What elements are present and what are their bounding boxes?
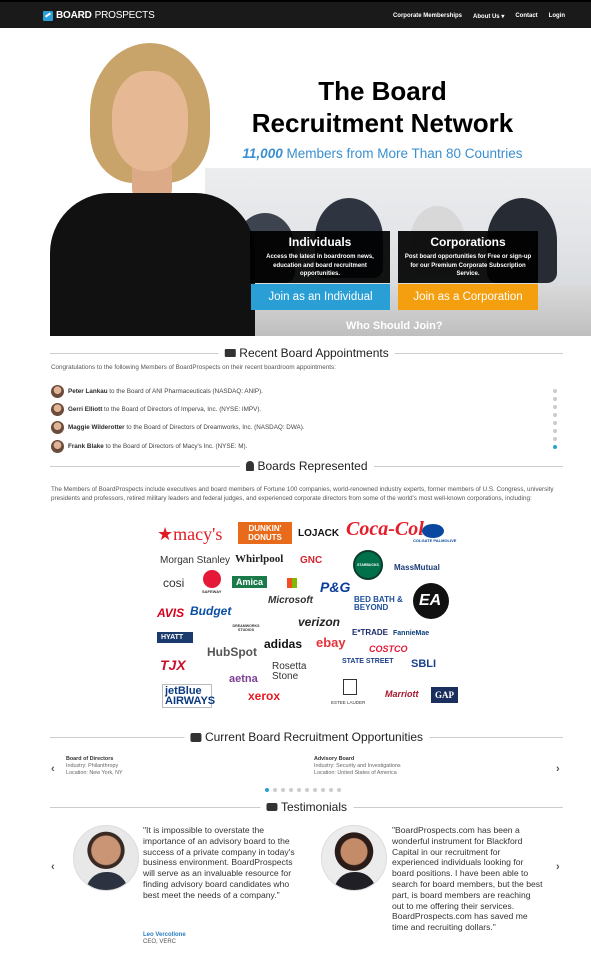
- hero-title: The Board Recruitment Network: [251, 76, 514, 138]
- logo-starbucks: STARBUCKS: [357, 563, 379, 567]
- corporations-desc: Post board opportunities for Free or sig…: [404, 254, 532, 277]
- testimonials-heading: Testimonials: [50, 800, 563, 814]
- logo-morgan-stanley: Morgan Stanley: [160, 555, 231, 566]
- nav-contact[interactable]: Contact: [515, 13, 537, 20]
- logo-colgate: COLGATE PALMOLIVE: [413, 538, 457, 543]
- list-item[interactable]: Peter Lankau to the Board of ANI Pharmac…: [51, 385, 263, 398]
- nav-login[interactable]: Login: [549, 13, 565, 20]
- logo-etrade: E*TRADE: [352, 628, 389, 637]
- top-nav: BOARD PROSPECTS Corporate Memberships Abo…: [0, 0, 591, 28]
- avatar: [51, 440, 64, 453]
- who-should-join-link[interactable]: Who Should Join?: [346, 320, 443, 332]
- nav-corporate-memberships[interactable]: Corporate Memberships: [393, 13, 462, 20]
- logo-safeway: SAFEWAY: [202, 589, 222, 594]
- logo-microsoft: Microsoft: [268, 595, 313, 606]
- logo-icon: [43, 10, 53, 21]
- testimonial-author: Leo Vercollone CEO, VERC: [143, 932, 186, 945]
- appointments-intro: Congratulations to the following Members…: [51, 364, 336, 371]
- logo-hubspot: HubSpot: [207, 645, 257, 659]
- chevron-left-icon[interactable]: ‹: [51, 763, 55, 775]
- logo-shape: [343, 679, 357, 695]
- logo-costco: COSTCO: [369, 644, 408, 654]
- logo-jetblue: jetBlue AIRWAYS: [162, 684, 215, 708]
- megaphone-icon: [224, 349, 236, 357]
- join-individual-button[interactable]: Join as an Individual: [251, 284, 390, 310]
- megaphone-icon: [265, 803, 277, 811]
- logo-hyatt: HYATT: [157, 632, 193, 643]
- list-item[interactable]: Frank Blake to the Board of Directors of…: [51, 440, 247, 453]
- individuals-title: Individuals: [288, 235, 352, 249]
- logo-adidas: adidas: [264, 637, 303, 651]
- avatar: [51, 385, 64, 398]
- logo-ebay: ebay: [316, 635, 346, 650]
- brand-logo[interactable]: BOARD PROSPECTS: [43, 10, 155, 21]
- logo-gnc: GNC: [300, 555, 323, 566]
- opportunities-heading: Current Board Recruitment Opportunities: [50, 730, 563, 744]
- brand-bold: BOARD: [56, 10, 92, 21]
- logo-shape: [422, 524, 444, 538]
- testimonial-photo: [321, 825, 387, 891]
- chevron-right-icon[interactable]: ›: [556, 763, 560, 775]
- individuals-box: Individuals Access the latest in boardro…: [250, 231, 390, 283]
- logo-macys: ★macy's: [157, 524, 223, 544]
- logo-amica: Amica: [232, 576, 268, 588]
- appointments-heading: Recent Board Appointments: [50, 346, 563, 360]
- corporations-box: Corporations Post board opportunities fo…: [398, 231, 538, 283]
- logo-xerox: xerox: [248, 689, 281, 703]
- logo-ea: EA: [419, 592, 442, 609]
- list-item[interactable]: Gerri Elliott to the Board of Directors …: [51, 403, 261, 416]
- opportunity-card[interactable]: Advisory Board Industry: Security and In…: [314, 756, 401, 777]
- logo-pg: P&G: [320, 579, 351, 595]
- hero-woman-photo: [50, 43, 255, 336]
- logo-marriott: Marriott: [385, 689, 419, 699]
- opportunities-pager[interactable]: [265, 788, 341, 792]
- logo-verizon: verizon: [298, 615, 341, 629]
- corporations-title: Corporations: [430, 235, 506, 249]
- logo-whirlpool: Whirlpool: [235, 553, 284, 565]
- testimonial-quote: "BoardProspects.com has been a wonderful…: [392, 825, 543, 933]
- chevron-left-icon[interactable]: ‹: [51, 861, 55, 873]
- logo-shape: [203, 570, 221, 588]
- logo-sbli: SBLI: [411, 658, 437, 670]
- logo-budget: Budget: [190, 604, 232, 618]
- logo-fanniemae: FannieMae: [393, 630, 430, 637]
- individuals-desc: Access the latest in boardroom news, edu…: [266, 254, 374, 277]
- hero-subtitle: 11,000 Members from More Than 80 Countri…: [242, 146, 523, 161]
- logo-lojack: LOJACK: [298, 528, 340, 539]
- logo-estee-lauder: ESTEE LAUDER: [331, 700, 366, 705]
- join-corporation-button[interactable]: Join as a Corporation: [398, 284, 538, 310]
- boards-description: The Members of BoardProspects include ex…: [51, 486, 554, 502]
- logo-bed-bath: BED BATH & BEYOND: [354, 595, 403, 612]
- logo-rosetta-stone: Rosetta Stone: [272, 661, 307, 682]
- testimonial-quote: "It is impossible to overstate the impor…: [143, 825, 295, 900]
- opportunity-card[interactable]: Board of Directors Industry: Philanthrop…: [66, 756, 123, 777]
- hero-banner: The Board Recruitment Network 11,000 Memb…: [0, 28, 591, 336]
- logo-dreamworks: DREAMWORKS STUDIOS: [232, 624, 260, 632]
- logo-massmutual: MassMutual: [394, 563, 440, 572]
- brand-rest: PROSPECTS: [94, 10, 155, 21]
- logo-gap: GAP: [431, 687, 458, 703]
- nav-about-us[interactable]: About Us ▾: [473, 13, 504, 20]
- logo-cosi: cosi: [163, 576, 185, 590]
- logo-avis: AVIS: [157, 606, 185, 620]
- logo-aetna: aetna: [229, 673, 258, 685]
- logo-tjx: TJX: [160, 657, 186, 673]
- testimonial-photo: [73, 825, 139, 891]
- avatar: [51, 421, 64, 434]
- appointments-pager[interactable]: [553, 389, 557, 449]
- logo-shape: [287, 578, 297, 588]
- briefcase-icon: [189, 732, 201, 742]
- logo-dunkin: DUNKIN' DONUTS: [238, 522, 292, 544]
- list-item[interactable]: Maggie Wilderotter to the Board of Direc…: [51, 421, 305, 434]
- logo-state-street: STATE STREET: [342, 658, 394, 665]
- boards-heading: Boards Represented: [50, 459, 563, 473]
- user-icon: [245, 461, 254, 471]
- avatar: [51, 403, 64, 416]
- chevron-right-icon[interactable]: ›: [556, 861, 560, 873]
